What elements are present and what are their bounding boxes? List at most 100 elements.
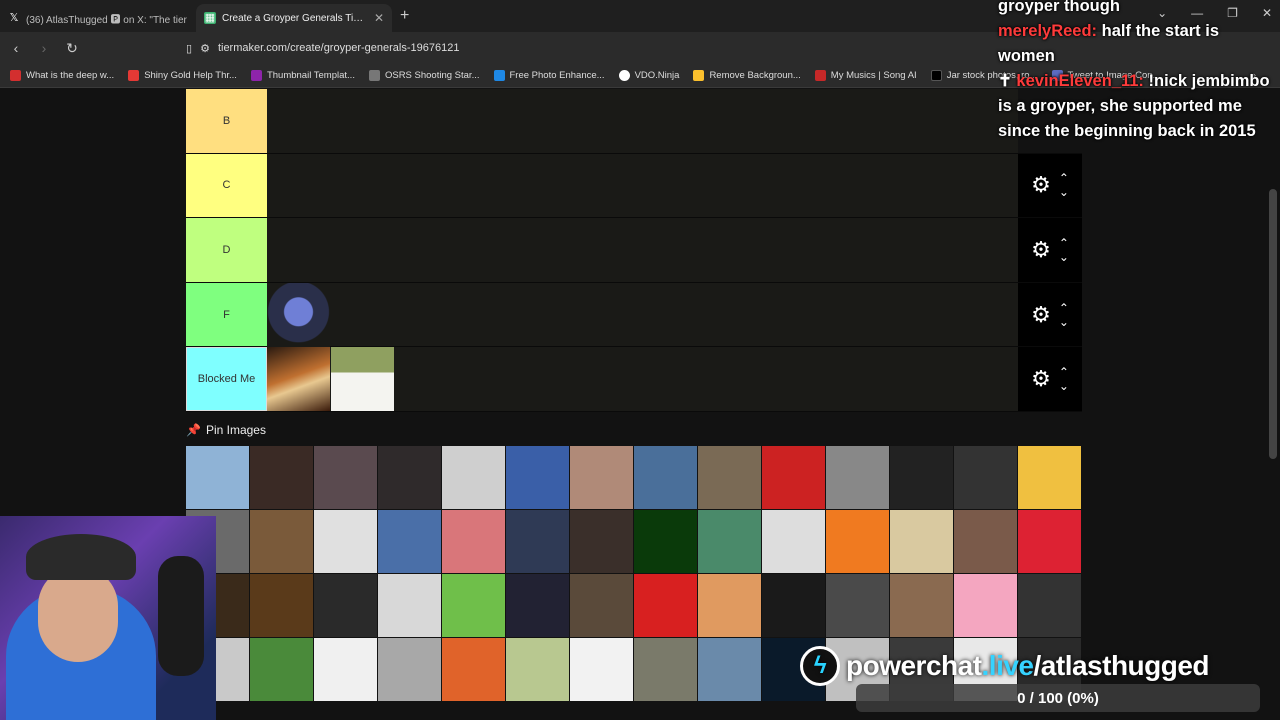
tier-items[interactable] bbox=[267, 347, 1018, 412]
pool-image[interactable] bbox=[698, 574, 761, 637]
bookmark-item[interactable]: OSRS Shooting Star... bbox=[368, 70, 480, 81]
pool-image[interactable] bbox=[890, 446, 953, 509]
close-icon[interactable]: ✕ bbox=[374, 11, 384, 25]
chevron-up-icon[interactable]: ⌃ bbox=[1059, 172, 1069, 184]
pool-image[interactable] bbox=[762, 510, 825, 573]
pool-image[interactable] bbox=[762, 574, 825, 637]
bookmark-icon[interactable]: ▯ bbox=[186, 42, 192, 55]
bookmark-item[interactable]: Remove Backgroun... bbox=[693, 70, 801, 81]
pool-image[interactable] bbox=[442, 510, 505, 573]
tier-image-spider[interactable] bbox=[267, 282, 330, 347]
pool-image[interactable] bbox=[1018, 510, 1081, 573]
pool-image[interactable] bbox=[826, 510, 889, 573]
chevron-up-icon[interactable]: ⌃ bbox=[1059, 237, 1069, 249]
pool-image[interactable] bbox=[314, 638, 377, 701]
tab-x[interactable]: 𝕏 (36) AtlasThugged 🅿 on X: "The tier bbox=[0, 4, 196, 32]
tier-label-f[interactable]: F bbox=[186, 282, 267, 347]
pool-image[interactable] bbox=[890, 510, 953, 573]
pool-image[interactable] bbox=[506, 510, 569, 573]
chat-message: groyper though bbox=[998, 0, 1278, 19]
pool-image[interactable] bbox=[826, 574, 889, 637]
pool-image[interactable] bbox=[442, 638, 505, 701]
bookmark-item[interactable]: What is the deep w... bbox=[10, 70, 114, 81]
pool-image[interactable] bbox=[314, 510, 377, 573]
address-bar[interactable]: ▯ ⚙ tiermaker.com/create/groyper-general… bbox=[186, 36, 976, 60]
site-info-icon[interactable]: ⚙ bbox=[200, 42, 210, 55]
pool-image[interactable] bbox=[1018, 574, 1081, 637]
pool-image[interactable] bbox=[314, 574, 377, 637]
tier-controls: ⚙ ⌃ ⌄ bbox=[1018, 282, 1082, 347]
bookmark-item[interactable]: VDO.Ninja bbox=[618, 70, 679, 81]
pool-image[interactable] bbox=[314, 446, 377, 509]
new-tab-button[interactable]: + bbox=[400, 7, 409, 25]
tier-label-blocked-me[interactable]: Blocked Me bbox=[186, 347, 267, 411]
tab-title: (36) AtlasThugged 🅿 on X: "The tier bbox=[26, 14, 187, 26]
bookmark-item[interactable]: Free Photo Enhance... bbox=[493, 70, 605, 81]
pool-image[interactable] bbox=[442, 446, 505, 509]
tier-items[interactable] bbox=[267, 153, 1018, 218]
reorder-arrows: ⌃ ⌄ bbox=[1059, 172, 1069, 198]
chevron-down-icon[interactable]: ⌄ bbox=[1059, 186, 1069, 198]
pool-image[interactable] bbox=[378, 446, 441, 509]
pool-image[interactable] bbox=[250, 638, 313, 701]
tier-items[interactable] bbox=[267, 282, 1018, 347]
tier-row: B bbox=[186, 89, 1082, 154]
pool-image[interactable] bbox=[634, 638, 697, 701]
pool-image[interactable] bbox=[506, 574, 569, 637]
pool-image[interactable] bbox=[250, 446, 313, 509]
gear-icon[interactable]: ⚙ bbox=[1031, 366, 1051, 392]
pool-image[interactable] bbox=[250, 510, 313, 573]
pool-image[interactable] bbox=[634, 574, 697, 637]
chevron-down-icon[interactable]: ⌄ bbox=[1059, 316, 1069, 328]
pool-image[interactable] bbox=[506, 638, 569, 701]
back-icon[interactable]: ‹ bbox=[4, 40, 28, 56]
pool-image[interactable] bbox=[698, 446, 761, 509]
bookmark-item[interactable]: My Musics | Song AI bbox=[814, 70, 917, 81]
pool-image[interactable] bbox=[698, 510, 761, 573]
tier-image-woman-fire[interactable] bbox=[267, 347, 330, 412]
chevron-up-icon[interactable]: ⌃ bbox=[1059, 302, 1069, 314]
pool-image[interactable] bbox=[1018, 446, 1081, 509]
pool-image[interactable] bbox=[762, 446, 825, 509]
chevron-down-icon[interactable]: ⌄ bbox=[1059, 251, 1069, 263]
pool-image[interactable] bbox=[570, 510, 633, 573]
pool-image[interactable] bbox=[506, 446, 569, 509]
pin-images[interactable]: 📌 Pin Images bbox=[186, 423, 266, 437]
pool-image[interactable] bbox=[442, 574, 505, 637]
pool-image[interactable] bbox=[186, 446, 249, 509]
chevron-down-icon[interactable]: ⌄ bbox=[1059, 380, 1069, 392]
scrollbar[interactable] bbox=[1269, 189, 1277, 459]
forward-icon[interactable]: › bbox=[32, 40, 56, 56]
pool-image[interactable] bbox=[250, 574, 313, 637]
chevron-up-icon[interactable]: ⌃ bbox=[1059, 366, 1069, 378]
tier-label-d[interactable]: D bbox=[186, 218, 267, 282]
tier-items[interactable] bbox=[267, 89, 1018, 153]
pool-image[interactable] bbox=[570, 638, 633, 701]
bookmark-item[interactable]: Shiny Gold Help Thr... bbox=[128, 70, 237, 81]
pool-image[interactable] bbox=[826, 446, 889, 509]
bookmark-item[interactable]: Thumbnail Templat... bbox=[250, 70, 355, 81]
tier-items[interactable] bbox=[267, 218, 1018, 282]
pool-image[interactable] bbox=[634, 510, 697, 573]
pool-image[interactable] bbox=[954, 574, 1017, 637]
tier-image-woman-white-dress[interactable] bbox=[331, 347, 394, 412]
tiermaker-icon: ▦ bbox=[204, 12, 216, 24]
tier-label-c[interactable]: C bbox=[186, 153, 267, 218]
promo-suffix: /atlasthugged bbox=[1033, 650, 1210, 681]
tab-tiermaker[interactable]: ▦ Create a Groyper Generals Tier List ✕ bbox=[196, 4, 392, 32]
pool-image[interactable] bbox=[378, 574, 441, 637]
pool-image[interactable] bbox=[570, 446, 633, 509]
pool-image[interactable] bbox=[378, 510, 441, 573]
reload-icon[interactable]: ↻ bbox=[60, 40, 84, 57]
pool-image[interactable] bbox=[698, 638, 761, 701]
gear-icon[interactable]: ⚙ bbox=[1031, 237, 1051, 263]
pool-image[interactable] bbox=[634, 446, 697, 509]
pool-image[interactable] bbox=[954, 510, 1017, 573]
pool-image[interactable] bbox=[890, 574, 953, 637]
gear-icon[interactable]: ⚙ bbox=[1031, 172, 1051, 198]
pool-image[interactable] bbox=[954, 446, 1017, 509]
tier-label-b[interactable]: B bbox=[186, 89, 267, 153]
gear-icon[interactable]: ⚙ bbox=[1031, 302, 1051, 328]
pool-image[interactable] bbox=[378, 638, 441, 701]
pool-image[interactable] bbox=[570, 574, 633, 637]
